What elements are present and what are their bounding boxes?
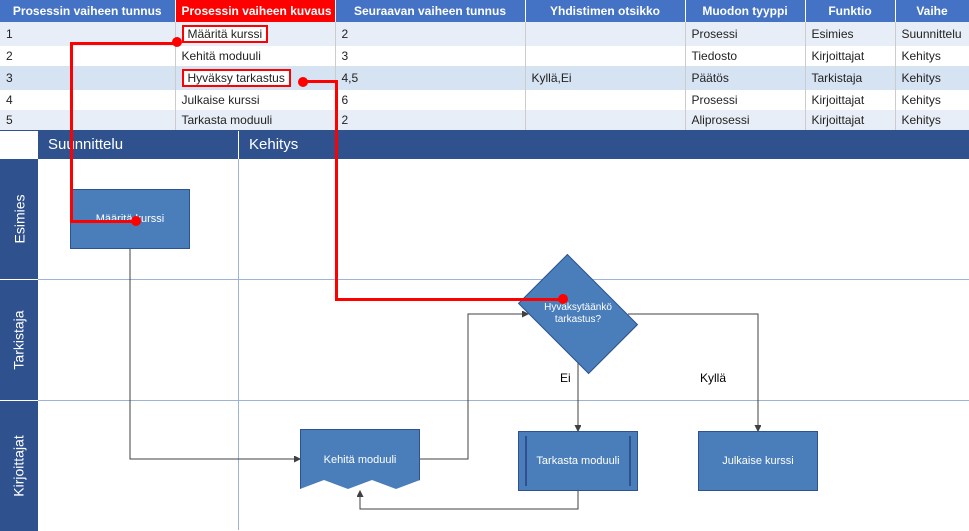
col-id: Prosessin vaiheen tunnus <box>0 0 175 22</box>
cell-phase: Kehitys <box>895 110 969 130</box>
cell-desc: Tarkasta moduuli <box>175 110 335 130</box>
connector-label-kylla: Kyllä <box>700 371 726 385</box>
shape-kehita-moduuli[interactable]: Kehitä moduuli <box>300 429 420 489</box>
cell-conn <box>525 110 685 130</box>
cell-next: 3 <box>335 46 525 66</box>
table-row: 1 Määritä kurssi 2 Prosessi Esimies Suun… <box>0 22 969 46</box>
col-desc: Prosessin vaiheen kuvaus <box>175 0 335 22</box>
highlight-cell-3: Hyväksy tarkastus <box>182 69 291 87</box>
cell-id: 5 <box>0 110 175 130</box>
cell-id: 1 <box>0 22 175 46</box>
cell-next: 2 <box>335 110 525 130</box>
cell-conn <box>525 46 685 66</box>
col-phase: Vaihe <box>895 0 969 22</box>
cell-func: Kirjoittajat <box>805 90 895 110</box>
process-table: Prosessin vaiheen tunnus Prosessin vaihe… <box>0 0 969 130</box>
col-conn: Yhdistimen otsikko <box>525 0 685 22</box>
cell-next: 6 <box>335 90 525 110</box>
cell-shape: Prosessi <box>685 90 805 110</box>
shape-maarita-kurssi[interactable]: Määritä kurssi <box>70 189 190 249</box>
lane-label-esimies: Esimies <box>0 159 38 279</box>
cell-id: 4 <box>0 90 175 110</box>
swimlane-diagram: Suunnittelu Kehitys Esimies Tarkistaja K… <box>0 130 969 530</box>
cell-phase: Kehitys <box>895 90 969 110</box>
cell-conn <box>525 22 685 46</box>
shape-hyvaksy-tarkastus[interactable]: Hyväksytäänkö tarkastus? <box>518 254 638 374</box>
cell-desc: Julkaise kurssi <box>175 90 335 110</box>
phase-header-1: Suunnittelu <box>38 131 238 159</box>
highlight-cell-1: Määritä kurssi <box>182 25 269 43</box>
cell-shape: Päätös <box>685 66 805 90</box>
cell-conn: Kyllä,Ei <box>525 66 685 90</box>
cell-shape: Aliprosessi <box>685 110 805 130</box>
shape-julkaise-kurssi[interactable]: Julkaise kurssi <box>698 431 818 491</box>
cell-id: 3 <box>0 66 175 90</box>
table-row: 2 Kehitä moduuli 3 Tiedosto Kirjoittajat… <box>0 46 969 66</box>
cell-shape: Tiedosto <box>685 46 805 66</box>
cell-func: Tarkistaja <box>805 66 895 90</box>
phase-header-2: Kehitys <box>239 131 969 159</box>
cell-func: Kirjoittajat <box>805 110 895 130</box>
connector-label-ei: Ei <box>560 371 571 385</box>
cell-desc: Hyväksy tarkastus <box>175 66 335 90</box>
table-row: 5 Tarkasta moduuli 2 Aliprosessi Kirjoit… <box>0 110 969 130</box>
cell-conn <box>525 90 685 110</box>
cell-phase: Suunnittelu <box>895 22 969 46</box>
cell-desc: Kehitä moduuli <box>175 46 335 66</box>
cell-phase: Kehitys <box>895 46 969 66</box>
cell-desc: Määritä kurssi <box>175 22 335 46</box>
cell-phase: Kehitys <box>895 66 969 90</box>
lane-label-kirjoittajat: Kirjoittajat <box>0 401 38 531</box>
table-row: 3 Hyväksy tarkastus 4,5 Kyllä,Ei Päätös … <box>0 66 969 90</box>
col-next: Seuraavan vaiheen tunnus <box>335 0 525 22</box>
col-shape: Muodon tyyppi <box>685 0 805 22</box>
lane-label-tarkistaja: Tarkistaja <box>0 280 38 400</box>
cell-shape: Prosessi <box>685 22 805 46</box>
cell-next: 4,5 <box>335 66 525 90</box>
cell-func: Kirjoittajat <box>805 46 895 66</box>
cell-id: 2 <box>0 46 175 66</box>
cell-func: Esimies <box>805 22 895 46</box>
table-row: 4 Julkaise kurssi 6 Prosessi Kirjoittaja… <box>0 90 969 110</box>
col-func: Funktio <box>805 0 895 22</box>
shape-tarkasta-moduuli[interactable]: Tarkasta moduuli <box>518 431 638 491</box>
cell-next: 2 <box>335 22 525 46</box>
